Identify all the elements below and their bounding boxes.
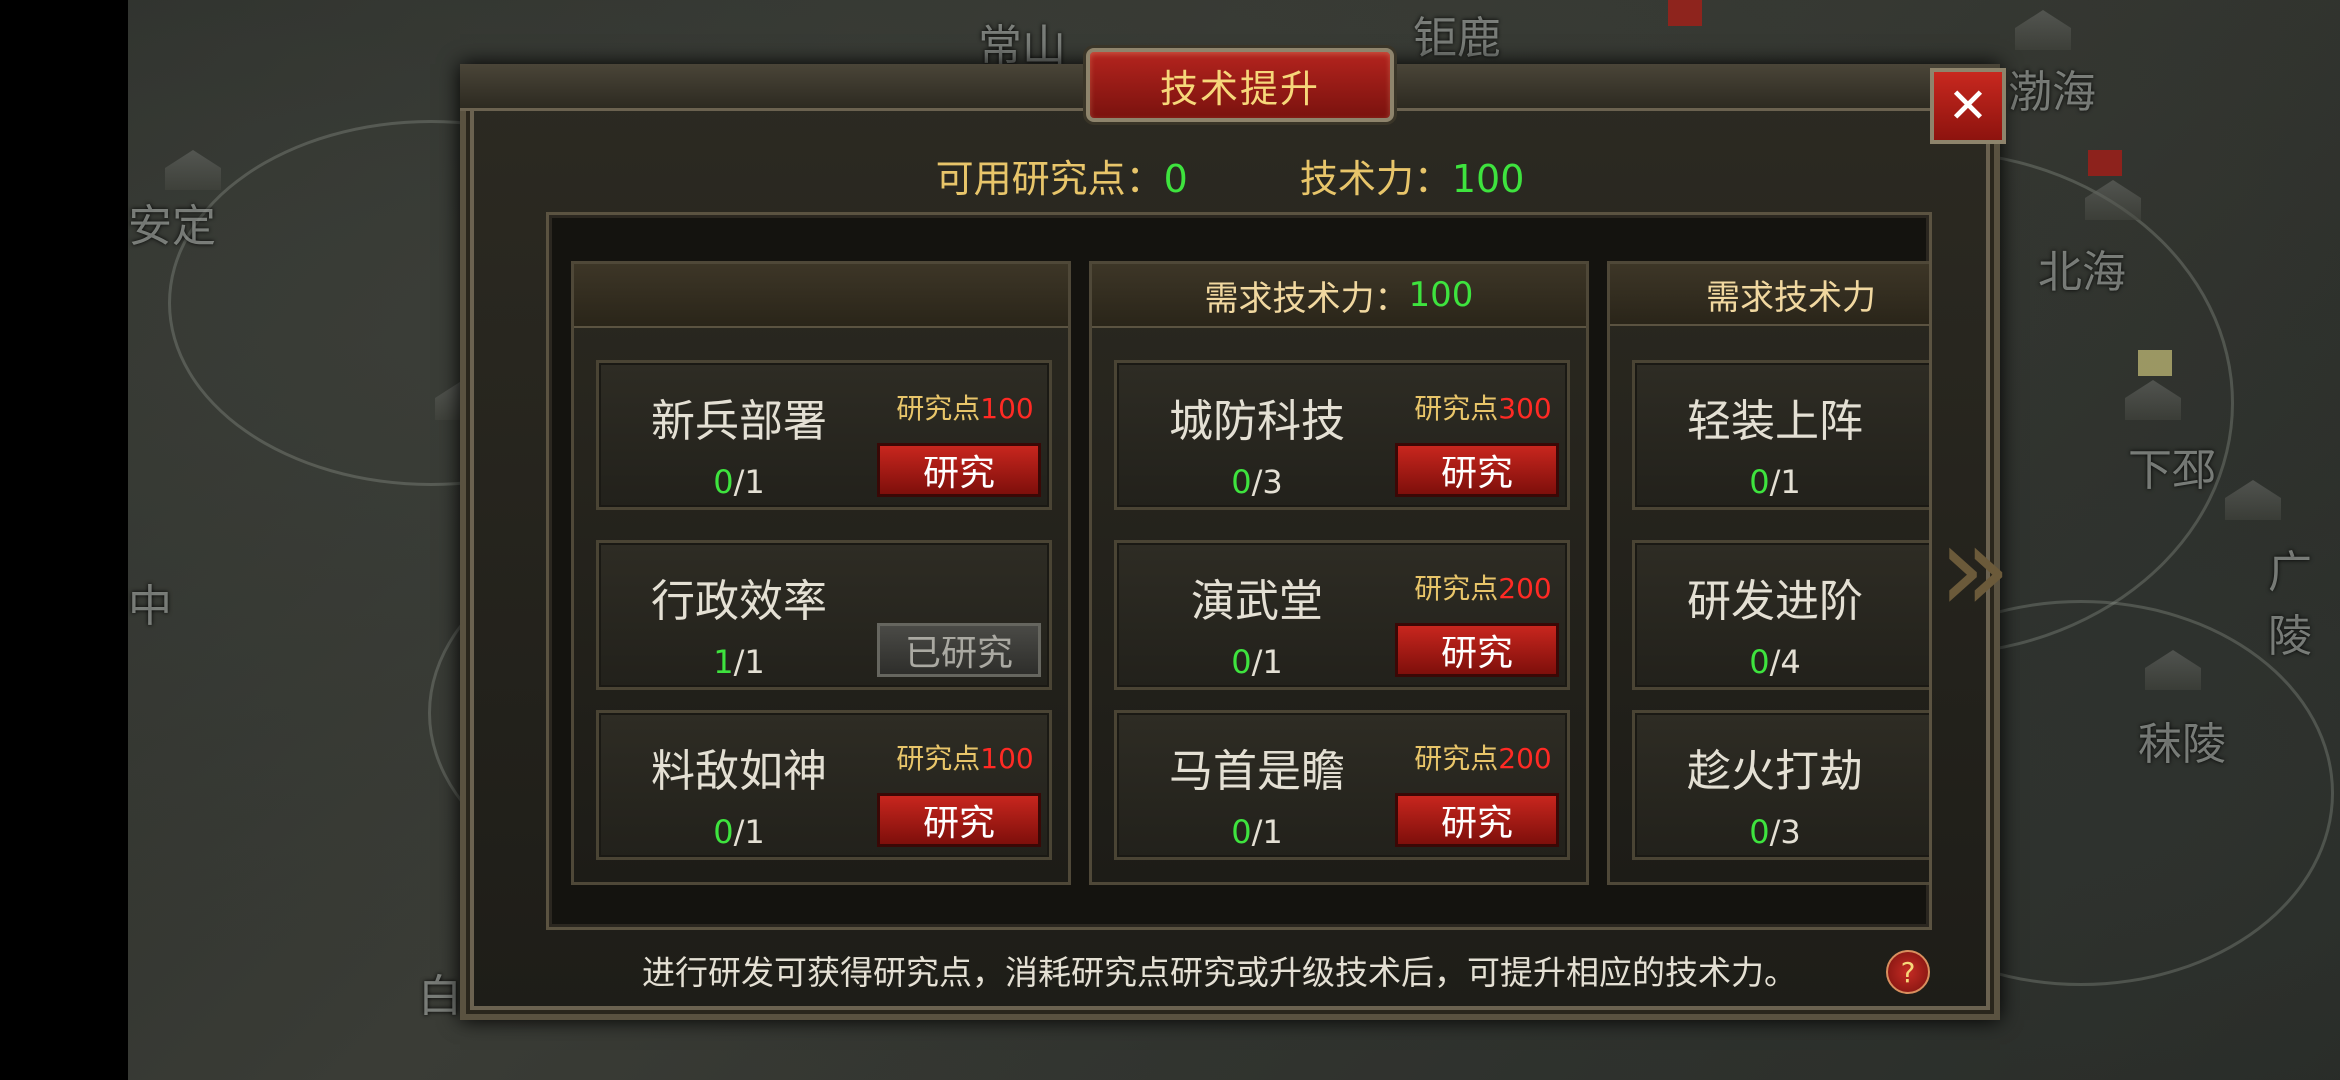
tech-column-1: 新兵部署 0/1 研究点100 研究 行政效率 1/1 已研究 料敌如神 0/1…	[571, 261, 1071, 885]
city-label[interactable]: 渤海	[2008, 56, 2096, 120]
tech-name: 趁火打劫	[1687, 746, 1863, 797]
column-header: 需求技术力： 100	[1092, 264, 1586, 328]
required-power-label: 需求技术力	[1706, 277, 1876, 318]
red-flag-icon	[2088, 150, 2122, 176]
research-cost: 研究点200	[1414, 742, 1552, 775]
summary-bar: 可用研究点：0 技术力：100	[466, 148, 1994, 203]
tech-progress: 0/1	[1749, 463, 1801, 501]
tech-progress: 0/1	[1231, 813, 1283, 851]
tech-name: 城防科技	[1169, 396, 1345, 447]
required-power-value: 100	[1408, 275, 1474, 315]
city-label[interactable]: 中	[128, 570, 172, 634]
tech-progress: 1/1	[713, 643, 765, 681]
city-label[interactable]: 广陵	[2268, 536, 2340, 664]
tech-progress: 0/3	[1231, 463, 1283, 501]
tech-name: 新兵部署	[651, 396, 827, 447]
research-button[interactable]: 研究	[877, 443, 1041, 497]
yellow-flag-icon	[2138, 350, 2172, 376]
tech-card: 轻装上阵 0/1	[1632, 360, 1929, 510]
footer-hint: 进行研发可获得研究点，消耗研究点研究或升级技术后，可提升相应的技术力。	[642, 953, 1797, 992]
tech-card: 城防科技 0/3 研究点300 研究	[1114, 360, 1570, 510]
tech-power-label: 技术力：	[1299, 157, 1452, 201]
tech-name: 演武堂	[1191, 576, 1323, 627]
tech-card: 料敌如神 0/1 研究点100 研究	[596, 710, 1052, 860]
city-building-icon[interactable]	[2015, 10, 2071, 50]
tech-progress: 0/1	[713, 463, 765, 501]
red-flag-icon	[1668, 0, 1702, 26]
tech-card: 新兵部署 0/1 研究点100 研究	[596, 360, 1052, 510]
research-cost: 研究点100	[896, 392, 1034, 425]
column-header	[574, 264, 1068, 328]
research-cost: 研究点300	[1414, 392, 1552, 425]
tech-name: 轻装上阵	[1687, 396, 1863, 447]
tech-name: 行政效率	[651, 576, 827, 627]
dialog-title: 技术提升	[1086, 48, 1394, 122]
tech-columns-panel[interactable]: 新兵部署 0/1 研究点100 研究 行政效率 1/1 已研究 料敌如神 0/1…	[546, 212, 1932, 930]
research-button[interactable]: 研究	[1395, 443, 1559, 497]
tech-progress: 0/1	[713, 813, 765, 851]
research-points-value: 0	[1163, 157, 1188, 201]
tech-name: 马首是瞻	[1169, 746, 1345, 797]
help-icon[interactable]: ?	[1886, 950, 1930, 994]
research-button[interactable]: 研究	[877, 793, 1041, 847]
research-button[interactable]: 研究	[1395, 793, 1559, 847]
research-cost: 研究点100	[896, 742, 1034, 775]
research-points-label: 可用研究点：	[935, 157, 1164, 201]
tech-progress: 0/1	[1231, 643, 1283, 681]
tech-column-3: 需求技术力 轻装上阵 0/1 研发进阶 0/4 趁火打劫 0/3	[1607, 261, 1929, 885]
tech-name: 料敌如神	[651, 746, 827, 797]
tech-progress: 0/3	[1749, 813, 1801, 851]
tech-power-value: 100	[1451, 157, 1525, 201]
tech-card: 行政效率 1/1 已研究	[596, 540, 1052, 690]
researched-button: 已研究	[877, 623, 1041, 677]
tech-upgrade-dialog: 技术提升 可用研究点：0 技术力：100 新兵部署 0/1 研究点100 研究 行…	[460, 48, 2011, 1020]
city-building-icon[interactable]	[165, 150, 221, 190]
city-label[interactable]: 白	[418, 960, 462, 1024]
city-label[interactable]: 北海	[2038, 236, 2126, 300]
city-label[interactable]: 秣陵	[2138, 708, 2226, 772]
tech-column-2: 需求技术力： 100 城防科技 0/3 研究点300 研究 演武堂 0/1 研究点…	[1089, 261, 1589, 885]
research-cost: 研究点200	[1414, 572, 1552, 605]
tech-card: 趁火打劫 0/3	[1632, 710, 1929, 860]
tech-card: 马首是瞻 0/1 研究点200 研究	[1114, 710, 1570, 860]
city-building-icon[interactable]	[2225, 480, 2281, 520]
tech-name: 研发进阶	[1687, 576, 1863, 627]
required-power-label: 需求技术力：	[1204, 278, 1409, 319]
next-page-arrow-icon[interactable]: »	[1938, 510, 2011, 630]
close-button[interactable]: ✕	[1930, 68, 2006, 144]
tech-card: 演武堂 0/1 研究点200 研究	[1114, 540, 1570, 690]
tech-progress: 0/4	[1749, 643, 1801, 681]
tech-card: 研发进阶 0/4	[1632, 540, 1929, 690]
column-header: 需求技术力	[1610, 264, 1929, 326]
research-button[interactable]: 研究	[1395, 623, 1559, 677]
city-label[interactable]: 安定	[128, 190, 216, 254]
city-label[interactable]: 钜鹿	[1413, 2, 1501, 66]
city-label[interactable]: 下邳	[2128, 434, 2216, 498]
